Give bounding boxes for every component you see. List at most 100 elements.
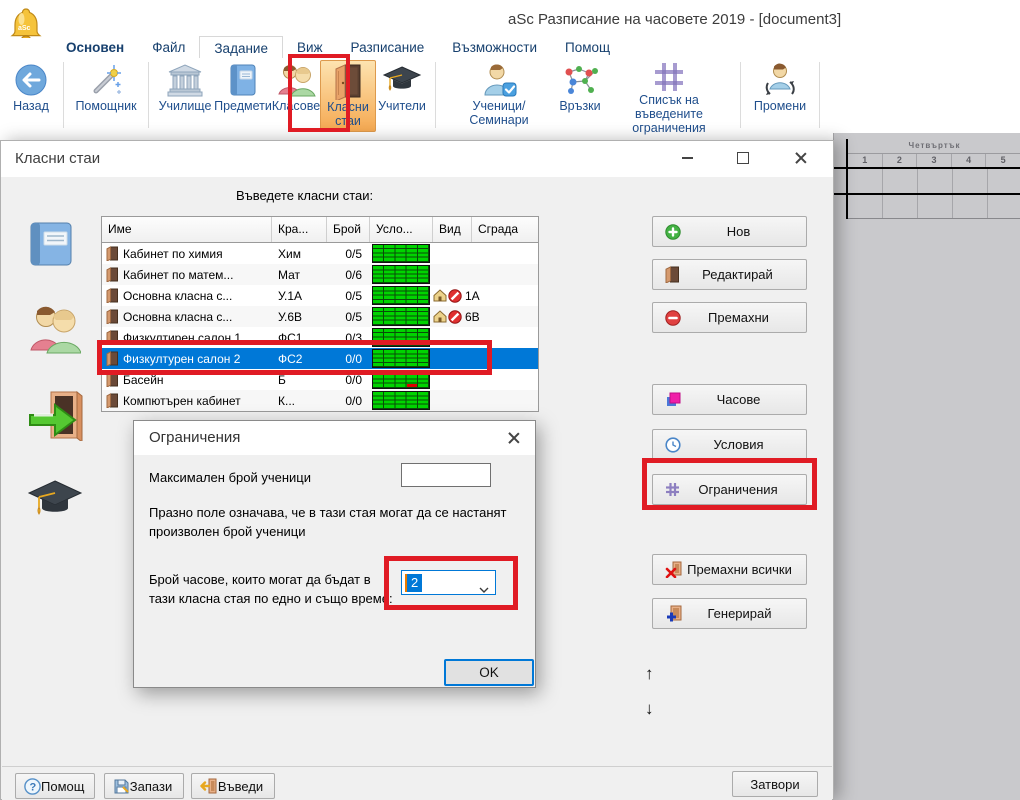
wand-icon [89,60,123,100]
generate-button[interactable]: Генерирай [652,598,807,629]
availability-grid[interactable] [372,349,430,368]
students-icon [276,60,316,100]
toolbar-links-button[interactable]: Връзки [555,60,605,132]
close-button[interactable] [497,423,531,453]
toolbar-constraints-list-button[interactable]: Списък на въведените ограничения [605,60,733,132]
table-row[interactable]: Основна класна с... У.1А 0/5 1А [102,285,538,306]
toolbar-subjects-button[interactable]: Предмети [214,60,272,132]
table-row[interactable]: Физкултирен салон 1 ФС1 0/3 [102,327,538,348]
table-row[interactable]: Басейн Б 0/0 [102,369,538,390]
minus-icon [665,310,681,326]
lessons-button[interactable]: Часове [652,384,807,415]
timetable-day-header: Четвъртък [848,139,1020,154]
close-dialog-button[interactable]: Затвори [732,771,818,797]
ok-button[interactable]: OK [444,659,534,686]
import-button[interactable]: Въведи [191,773,275,799]
minimize-button[interactable] [667,141,707,175]
menu-vazmojnosti[interactable]: Възможности [438,38,551,58]
col-count[interactable]: Брой [327,217,370,242]
toolbar-classrooms-button[interactable]: Класни стаи [320,60,376,132]
table-row[interactable]: Компютърен кабинет К... 0/0 [102,390,538,411]
toolbar-students-seminars-button[interactable]: Ученици/Семинари [443,60,555,132]
door-add-icon [665,605,683,622]
chevron-down-icon[interactable] [479,580,489,598]
toolbar-back-button[interactable]: Назад [6,60,56,132]
door-icon [333,61,363,101]
toolbar-separator [63,62,64,128]
new-button[interactable]: Нов [652,216,807,247]
app-title: aSc Разписание на часовете 2019 - [docum… [508,11,841,28]
availability-grid[interactable] [372,307,430,326]
svg-text:aSc: aSc [18,25,31,32]
table-row-selected[interactable]: Физкултурен салон 2 ФС2 0/0 [102,348,538,369]
move-up-button[interactable]: ↑ [645,664,654,684]
conditions-button[interactable]: Условия [652,429,807,460]
toolbar-changes-button[interactable]: Промени [748,60,812,132]
menu-pomosht[interactable]: Помощ [551,38,624,58]
toolbar-teachers-button[interactable]: Учители [376,60,428,132]
help-icon: ? [24,778,41,795]
col-building[interactable]: Сграда [472,217,538,242]
max-students-input[interactable] [401,463,491,487]
table-row[interactable]: Кабинет по матем... Мат 0/6 [102,264,538,285]
menu-vij[interactable]: Виж [283,38,337,58]
house-icon [433,310,447,323]
sidebar-classrooms-icon[interactable] [27,389,83,446]
menu-zadanie[interactable]: Задание [199,36,283,58]
door-icon [106,330,118,345]
maximize-button[interactable] [723,141,763,175]
col-type[interactable]: Вид [433,217,472,242]
close-button[interactable] [781,141,821,175]
door-icon [106,393,118,408]
availability-grid[interactable] [372,265,430,284]
svg-text:?: ? [30,781,37,793]
maximize-icon [737,152,749,164]
constraints-button[interactable]: Ограничения [652,474,807,505]
ban-icon [448,289,462,303]
remove-all-button[interactable]: Премахни всички [652,554,807,585]
empty-field-note: Празно поле означава, че в тази стая мог… [149,504,523,542]
simultaneous-hours-combo[interactable]: 2 [401,570,496,595]
availability-grid[interactable] [372,286,430,305]
table-row[interactable]: Основна класна с... У.6В 0/5 6В [102,306,538,327]
col-name[interactable]: Име [102,217,272,242]
constraints-dialog: Ограничения Максимален брой ученици Праз… [133,420,536,688]
menu-file[interactable]: Файл [138,38,199,58]
book-icon [229,60,257,100]
remove-button[interactable]: Премахни [652,302,807,333]
dialog-titlebar[interactable]: Ограничения [134,421,535,455]
toolbar-wizard-button[interactable]: Помощник [71,60,141,132]
edit-button[interactable]: Редактирай [652,259,807,290]
menu-osnoven[interactable]: Основен [52,38,138,58]
home-classroom-flags: 6В [433,310,538,324]
home-class-label: 6В [465,310,480,324]
toolbar-school-button[interactable]: Училище [156,60,214,132]
toolbar: Назад Помощник Училище Предмети Класове … [0,58,1020,140]
background-timetable-grid: Четвъртък 1 2 3 4 5 [834,139,1020,219]
dialog-titlebar[interactable]: Класни стаи [1,141,833,177]
save-button[interactable]: Запази [104,773,184,799]
availability-grid[interactable] [372,244,430,263]
door-icon [106,309,118,324]
move-down-button[interactable]: ↓ [645,699,654,719]
door-icon [106,372,118,387]
help-button[interactable]: ? Помощ [15,773,95,799]
availability-grid[interactable] [372,328,430,347]
table-row[interactable]: Кабинет по химия Хим 0/5 [102,243,538,264]
sidebar-subjects-icon[interactable] [27,221,75,272]
sidebar-teachers-icon[interactable] [27,477,83,528]
intro-label: Въведете класни стаи: [236,188,373,203]
availability-grid[interactable] [372,370,430,389]
timetable-period-numbers: 1 2 3 4 5 [848,154,1020,167]
col-conditions[interactable]: Усло... [370,217,433,242]
availability-grid[interactable] [372,391,430,410]
timetable-empty-row [848,195,1020,219]
timetable-empty-row [848,169,1020,193]
col-short[interactable]: Кра... [272,217,327,242]
menu-razpisanie[interactable]: Разписание [337,38,439,58]
sidebar-classes-icon[interactable] [27,304,81,359]
door-icon [665,266,679,283]
links-graph-icon [559,60,601,100]
toolbar-classes-button[interactable]: Класове [272,60,320,132]
graduation-cap-icon [382,60,422,100]
